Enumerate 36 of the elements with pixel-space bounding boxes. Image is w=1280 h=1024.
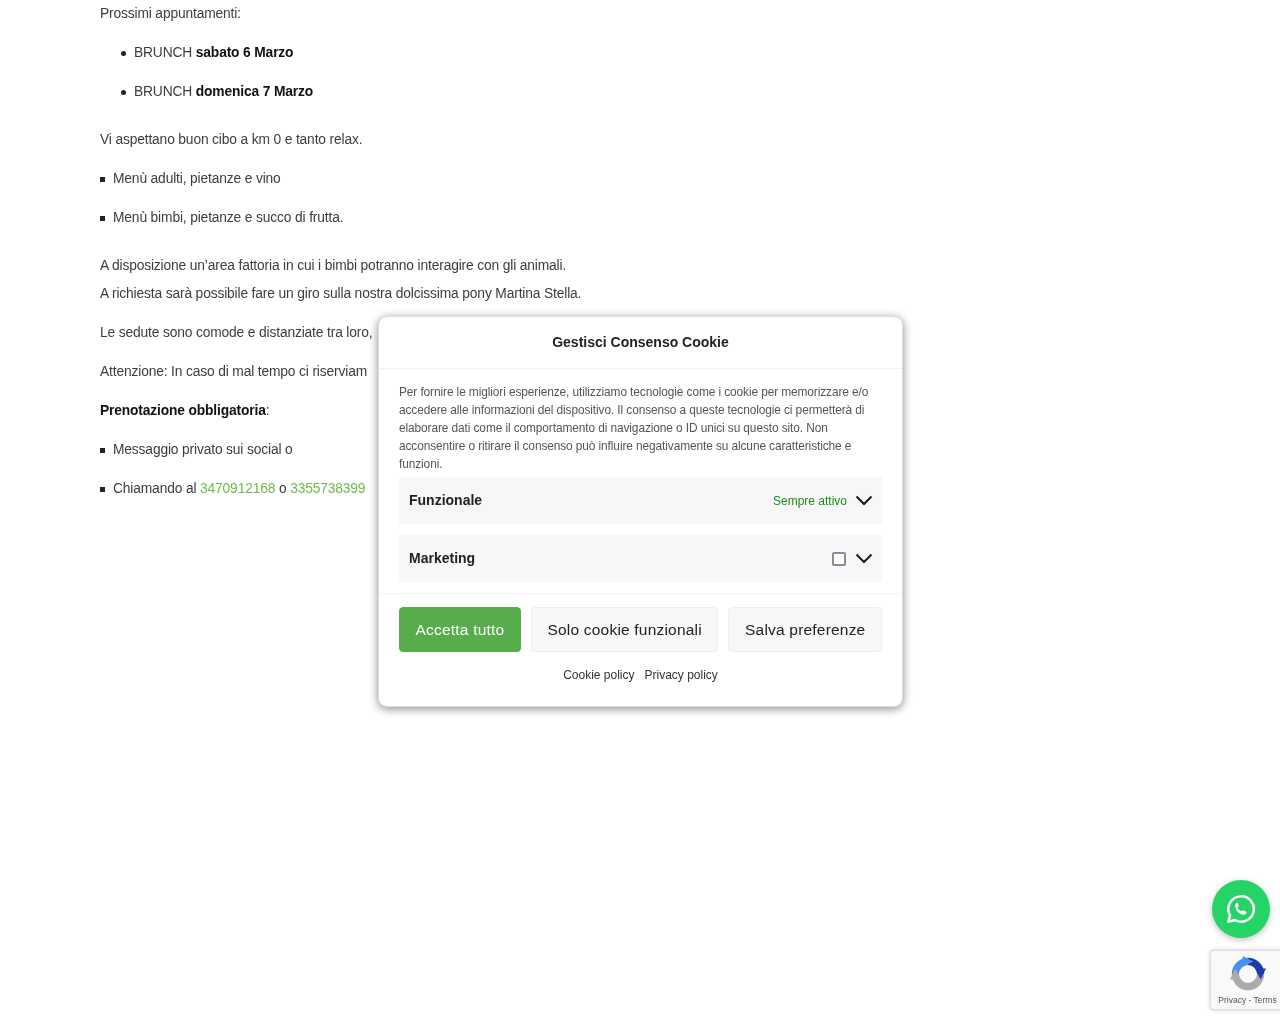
checkbox[interactable] [832, 551, 846, 566]
phone-bubble-icon [1226, 894, 1256, 924]
policy-link[interactable]: Cookie policy [563, 666, 635, 684]
bullet-dot-icon [121, 50, 126, 56]
category-row[interactable]: Marketing [399, 535, 882, 582]
list-item-text: Menù adulti, pietanze e vino [113, 170, 281, 188]
list-item-text: BRUNCH sabato 6 Marzo [134, 44, 294, 62]
category-row[interactable]: Funzionale Sempre attivo [399, 477, 882, 524]
square-bullet-icon [100, 176, 105, 182]
dialog-description: Per fornire le migliori esperienze, utilizziamo tecnologie come i cookie per memorizzare e/o accedere alle informazioni del dispositivo. Il consenso a queste tecnologie ci permetterà di elaborare dati come il comportamento di navigazione o ID unici su questo sito. Non acconsentire o ritirare il consenso può influire negativamente su alcune caratteristiche e funzioni. [399, 384, 870, 473]
list-item-text: Messaggio privato sui social o [113, 441, 293, 459]
list-item-text: BRUNCH domenica 7 Marzo [134, 83, 314, 101]
category-name: Marketing [409, 549, 476, 568]
chevron-icon[interactable] [855, 553, 873, 564]
privacy-terms-text[interactable]: Privacy - Terms [1218, 994, 1277, 1007]
option-button[interactable]: Solo cookie funzionali [530, 607, 719, 652]
paragraph-text: A richiesta sarà possibile fare un giro sulla nostra dolcissima pony Martina Stella. [100, 285, 582, 303]
paragraph-text: A disposizione un’area fattoria in cui i bimbi potranno interagire con gli animali. [100, 257, 567, 275]
policy-link[interactable]: Privacy policy [644, 666, 718, 684]
paragraph-text: Le sedute sono comode e distanziate tra loro, [100, 324, 373, 342]
status-text: Sempre attivo [772, 492, 847, 510]
square-bullet-icon [100, 215, 105, 221]
chevron-icon[interactable] [855, 495, 873, 506]
option-button[interactable]: Salva preferenze [728, 607, 882, 652]
paragraph-text: Prossimi appuntamenti: [100, 5, 241, 23]
paragraph-text: Vi aspettano buon cibo a km 0 e tanto relax. [100, 131, 363, 149]
list-item-text: Menù bimbi, pietanze e succo di frutta. [113, 209, 344, 227]
paragraph-text: Prenotazione obbligatoria: [100, 402, 270, 420]
category-name: Funzionale [409, 491, 483, 510]
bullet-dot-icon [121, 89, 126, 95]
dialog-title: Gestisci Consenso Cookie [552, 333, 729, 352]
contact-text: Chiamando al 3470912168 o 3355738399 [113, 480, 366, 498]
square-bullet-icon [100, 447, 105, 453]
circular-arrows-icon [1229, 956, 1266, 992]
square-bullet-icon [100, 486, 105, 492]
paragraph-text: Attenzione: In caso di mal tempo ci riserviam [100, 363, 367, 381]
